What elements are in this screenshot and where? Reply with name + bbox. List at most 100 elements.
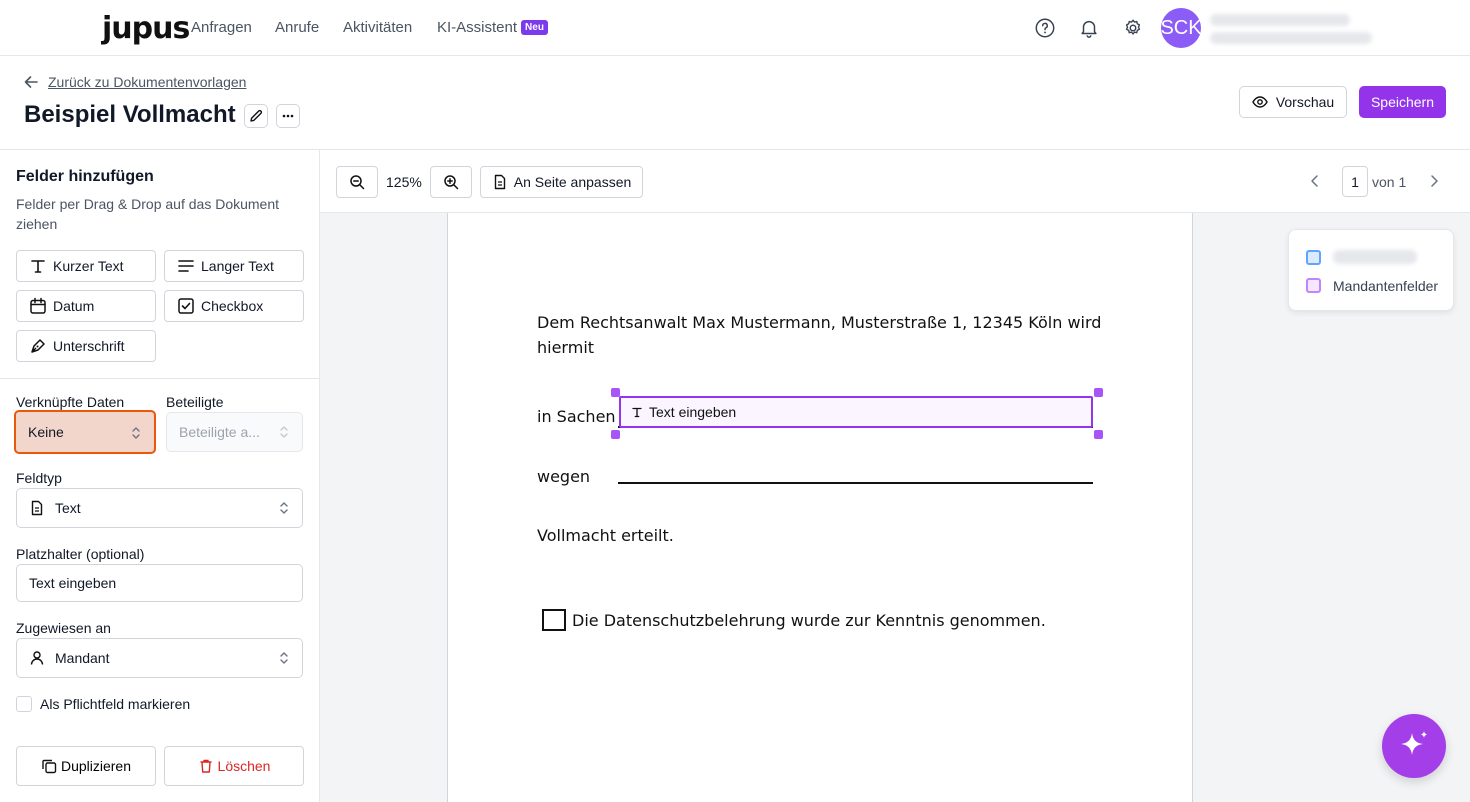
- linked-data-value: Keine: [28, 424, 64, 440]
- text-lines-icon: [178, 260, 194, 272]
- zoom-out-button[interactable]: [336, 166, 378, 198]
- field-type-select[interactable]: Text: [16, 488, 303, 528]
- participants-label: Beteiligte: [166, 394, 224, 410]
- chevron-left-icon[interactable]: [1308, 174, 1322, 188]
- resize-handle-bottom-left[interactable]: [611, 430, 620, 439]
- duplicate-button[interactable]: Duplizieren: [16, 746, 156, 786]
- trash-icon: [200, 759, 212, 773]
- document-page: Dem Rechtsanwalt Max Mustermann, Musters…: [447, 213, 1193, 802]
- save-button[interactable]: Speichern: [1359, 86, 1446, 118]
- sparkle-icon: [1401, 731, 1428, 755]
- doc-checkbox: [542, 609, 566, 631]
- add-date-button[interactable]: Datum: [16, 290, 156, 322]
- field-type-label: Feldtyp: [16, 470, 62, 486]
- placeholder-input[interactable]: Text eingeben: [16, 564, 303, 602]
- resize-handle-bottom-right[interactable]: [1094, 430, 1103, 439]
- blurred-user-email: [1210, 32, 1372, 44]
- chevron-up-down-icon: [280, 652, 288, 664]
- placed-text-field[interactable]: Text eingeben: [619, 396, 1093, 428]
- ellipsis-icon: [282, 114, 294, 118]
- doc-checkbox-text: Die Datenschutzbelehrung wurde zur Kennt…: [572, 611, 1046, 630]
- copy-icon: [42, 759, 57, 774]
- user-avatar[interactable]: SCK: [1160, 8, 1202, 48]
- sidebar-title: Felder hinzufügen: [16, 168, 154, 185]
- page-number-input[interactable]: 1: [1342, 166, 1368, 197]
- preview-button[interactable]: Vorschau: [1239, 86, 1347, 118]
- nav-link-ki-assistent[interactable]: KI-Assistent Neu: [437, 19, 548, 36]
- resize-handle-top-right[interactable]: [1094, 388, 1103, 397]
- legend-swatch-blue: [1306, 250, 1321, 265]
- fit-to-page-label: An Seite anpassen: [513, 174, 632, 190]
- chevron-right-icon[interactable]: [1427, 174, 1441, 188]
- doc-line-1: Dem Rechtsanwalt Max Mustermann, Musters…: [537, 313, 1102, 332]
- edit-title-button[interactable]: [244, 104, 268, 128]
- short-text-label: Kurzer Text: [53, 258, 124, 274]
- preview-label: Vorschau: [1275, 94, 1335, 110]
- assigned-to-select[interactable]: Mandant: [16, 638, 303, 678]
- delete-button[interactable]: Löschen: [164, 746, 304, 786]
- jupus-logo[interactable]: jupus: [102, 11, 190, 46]
- assigned-label: Zugewiesen an: [16, 620, 111, 636]
- document-icon: [494, 174, 505, 190]
- legend-swatch-purple: [1306, 278, 1321, 293]
- delete-label: Löschen: [217, 758, 271, 774]
- chevron-up-down-icon: [280, 426, 288, 438]
- add-checkbox-button[interactable]: Checkbox: [164, 290, 304, 322]
- long-text-label: Langer Text: [201, 258, 274, 274]
- field-type-value: Text: [55, 500, 81, 516]
- blurred-user-name: [1210, 14, 1350, 26]
- nav-link-anrufe[interactable]: Anrufe: [275, 19, 319, 36]
- doc-wegen: wegen: [537, 467, 591, 486]
- linked-data-label: Verknüpfte Daten: [16, 394, 125, 410]
- top-navigation: jupus Anfragen Anrufe Aktivitäten KI-Ass…: [0, 0, 1470, 56]
- checkbox-icon: [178, 298, 194, 314]
- assigned-value: Mandant: [55, 650, 110, 666]
- add-signature-button[interactable]: Unterschrift: [16, 330, 156, 362]
- eye-icon: [1252, 96, 1268, 108]
- doc-in-sachen: in Sachen: [537, 407, 616, 426]
- new-badge: Neu: [521, 20, 548, 35]
- required-label: Als Pflichtfeld markieren: [40, 696, 191, 712]
- add-long-text-button[interactable]: Langer Text: [164, 250, 304, 282]
- text-type-icon: [632, 407, 642, 418]
- back-link-label: Zurück zu Dokumentenvorlagen: [48, 74, 247, 90]
- pen-nib-icon: [31, 339, 45, 353]
- required-checkbox[interactable]: [16, 696, 32, 712]
- zoom-level: 125%: [386, 174, 422, 190]
- zoom-out-icon: [350, 175, 365, 190]
- nav-link-aktivitaeten[interactable]: Aktivitäten: [343, 19, 412, 36]
- pencil-icon: [250, 109, 263, 122]
- zoom-in-button[interactable]: [430, 166, 472, 198]
- page-total: von 1: [1372, 174, 1407, 190]
- linked-data-select[interactable]: Keine: [14, 410, 156, 454]
- ki-assistent-label: KI-Assistent: [437, 19, 518, 36]
- legend-label-mandantenfelder: Mandantenfelder: [1333, 278, 1439, 294]
- bell-icon[interactable]: [1078, 17, 1100, 39]
- add-short-text-button[interactable]: Kurzer Text: [16, 250, 156, 282]
- wegen-line: [618, 482, 1093, 484]
- ai-assistant-button[interactable]: [1382, 714, 1446, 778]
- document-toolbar: 125% An Seite anpassen 1 von 1: [320, 149, 1470, 213]
- sidebar-divider: [0, 378, 319, 379]
- duplicate-label: Duplizieren: [60, 758, 132, 774]
- calendar-icon: [30, 297, 46, 314]
- chevron-up-down-icon: [280, 502, 288, 514]
- text-type-icon: [31, 260, 45, 273]
- help-icon[interactable]: [1034, 17, 1056, 39]
- page-title: Beispiel Vollmacht: [24, 101, 236, 128]
- arrow-left-icon: [24, 76, 38, 88]
- resize-handle-top-left[interactable]: [611, 388, 620, 397]
- more-options-button[interactable]: [276, 104, 300, 128]
- participants-select: Beteiligte a...: [166, 412, 303, 452]
- nav-link-anfragen[interactable]: Anfragen: [191, 19, 252, 36]
- fields-sidebar: Felder hinzufügen Felder per Drag & Drop…: [0, 149, 320, 802]
- gear-icon[interactable]: [1122, 17, 1144, 39]
- fit-to-page-button[interactable]: An Seite anpassen: [480, 166, 643, 198]
- chevron-up-down-icon: [132, 427, 140, 439]
- sidebar-subtitle: Felder per Drag & Drop auf das Dokument …: [16, 196, 280, 232]
- doc-line-2: hiermit: [537, 338, 595, 357]
- document-canvas: Dem Rechtsanwalt Max Mustermann, Musters…: [320, 213, 1470, 802]
- participants-placeholder: Beteiligte a...: [179, 424, 260, 440]
- legend-blurred-label: [1333, 250, 1417, 264]
- back-to-templates-link[interactable]: Zurück zu Dokumentenvorlagen: [24, 74, 246, 90]
